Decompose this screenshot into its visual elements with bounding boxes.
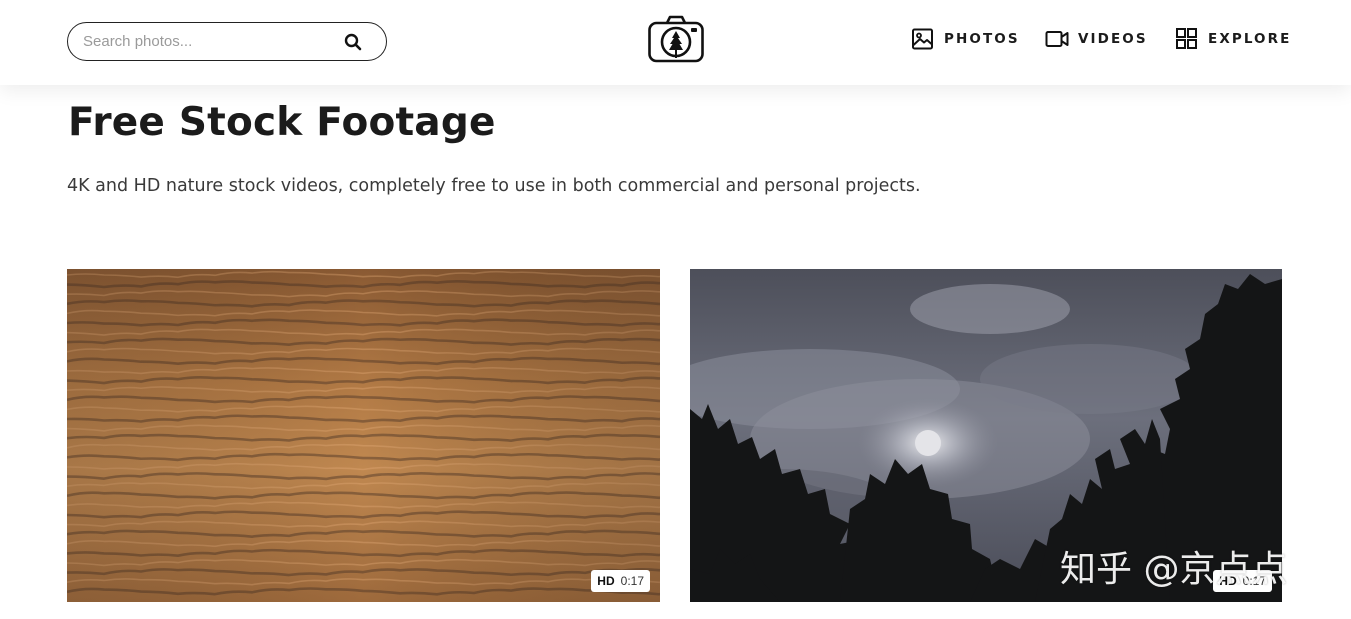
nav-explore-label: EXPLORE: [1208, 31, 1292, 47]
page-title: Free Stock Footage: [68, 100, 496, 145]
video-thumbnail-water: [67, 269, 660, 602]
duration-label: 0:17: [1242, 574, 1266, 588]
camera-tree-icon[interactable]: [647, 14, 705, 66]
search-bar: [67, 22, 387, 61]
search-input[interactable]: [83, 33, 333, 50]
search-icon[interactable]: [344, 33, 362, 51]
grid-icon: [1176, 28, 1197, 49]
video-badge: HD 0:17: [591, 570, 650, 592]
site-header: PHOTOS VIDEOS EXPLORE: [0, 0, 1351, 85]
video-card-water[interactable]: HD 0:17: [67, 269, 660, 602]
quality-badge: HD: [597, 574, 615, 588]
page-subtitle: 4K and HD nature stock videos, completel…: [67, 176, 921, 196]
video-badge: HD 0:17: [1213, 570, 1272, 592]
nav-videos-label: VIDEOS: [1078, 31, 1148, 47]
nav-videos[interactable]: VIDEOS: [1045, 28, 1148, 50]
duration-label: 0:17: [620, 574, 644, 588]
image-icon: [912, 28, 933, 50]
video-camera-icon: [1045, 31, 1069, 47]
nav-photos[interactable]: PHOTOS: [911, 28, 1020, 50]
video-thumbnail-sky: [690, 269, 1282, 602]
nav-explore[interactable]: EXPLORE: [1175, 28, 1291, 50]
quality-badge: HD: [1219, 574, 1237, 588]
nav-photos-label: PHOTOS: [944, 31, 1020, 47]
video-card-sky[interactable]: HD 0:17: [690, 269, 1282, 602]
